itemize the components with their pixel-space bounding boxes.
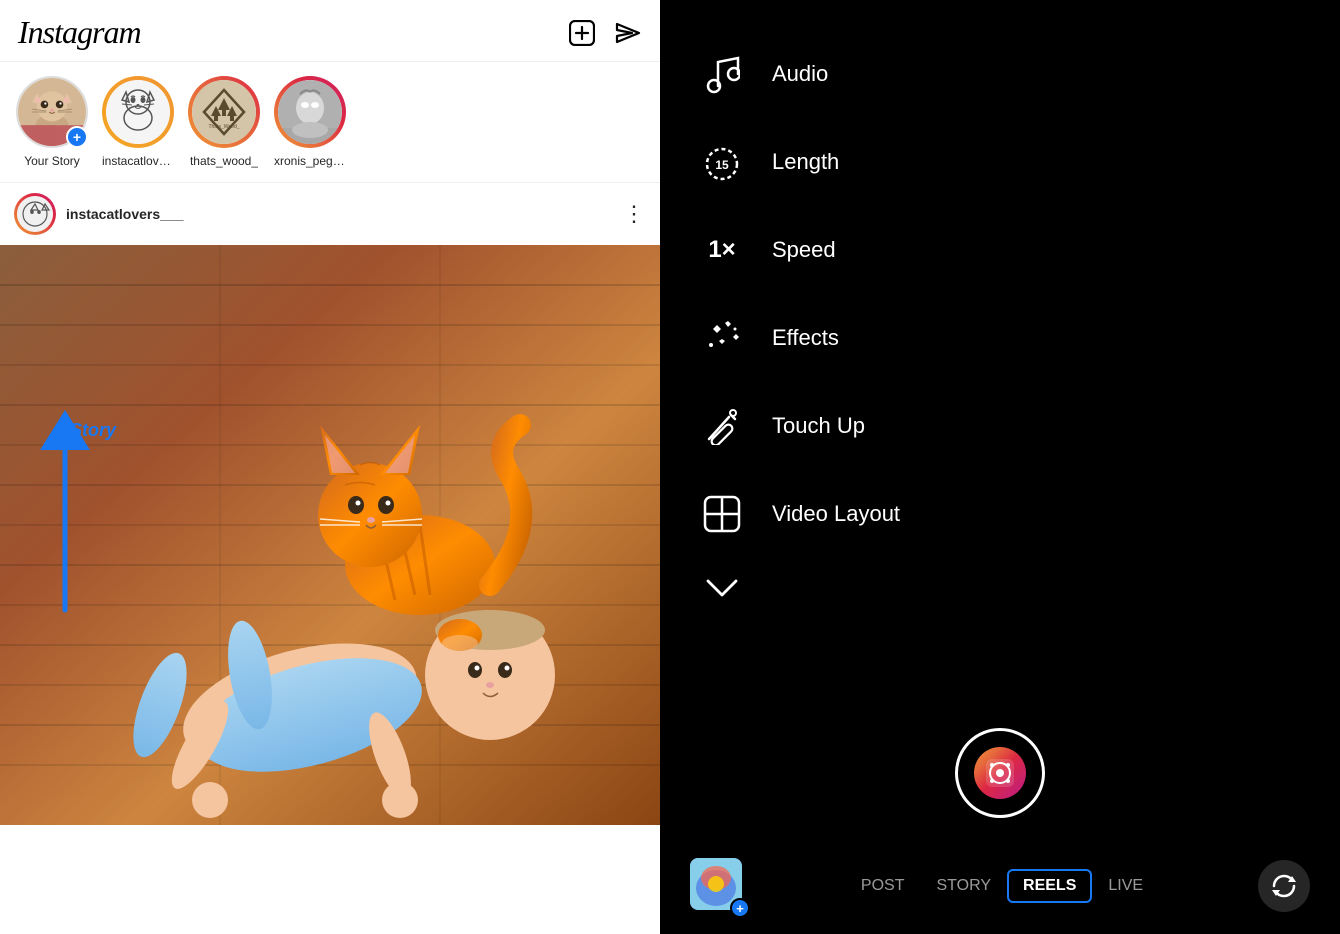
tab-live[interactable]: LIVE <box>1092 869 1159 903</box>
flip-camera-button[interactable] <box>1258 860 1310 912</box>
right-panel: Audio 15 Length 1× Speed <box>660 0 1340 934</box>
instacatlovers-avatar-wrapper <box>102 76 174 148</box>
bottom-nav: + POST STORY REELS LIVE <box>660 848 1340 934</box>
capture-button-inner <box>963 736 1037 810</box>
capture-area <box>660 708 1340 848</box>
effects-label: Effects <box>772 325 839 351</box>
add-story-plus[interactable]: + <box>66 126 88 148</box>
thats-wood-label: thats_wood_ <box>190 154 258 168</box>
touchup-icon <box>700 404 744 448</box>
your-story-avatar-wrapper: + <box>16 76 88 148</box>
music-note-icon <box>700 52 744 96</box>
tab-story[interactable]: STORY <box>920 869 1007 903</box>
post-username: instacatlovers___ <box>66 206 613 222</box>
post-avatar-ring <box>14 193 56 235</box>
effects-icon <box>700 316 744 360</box>
speed-option[interactable]: 1× Speed <box>700 206 1300 294</box>
post-more-button[interactable]: ⋮ <box>623 203 646 225</box>
story-item-instacatlovers[interactable]: instacatlovers... <box>102 76 174 168</box>
video-layout-option[interactable]: Video Layout <box>700 470 1300 558</box>
app-header: Instagram <box>0 0 660 62</box>
post-image: Story <box>0 245 660 825</box>
touchup-label: Touch Up <box>772 413 865 439</box>
left-panel: Instagram <box>0 0 660 934</box>
reels-capture-icon <box>974 747 1026 799</box>
length-label: Length <box>772 149 839 175</box>
thats-wood-avatar: Thats_Wood_ <box>192 80 256 144</box>
add-post-button[interactable] <box>568 19 596 47</box>
direct-message-button[interactable] <box>614 19 642 47</box>
gallery-thumbnail[interactable]: + <box>690 858 746 914</box>
your-story-label: Your Story <box>24 154 80 168</box>
reels-options-list: Audio 15 Length 1× Speed <box>660 0 1340 708</box>
story-item-thats-wood[interactable]: Thats_Wood_ thats_wood_ <box>188 76 260 168</box>
header-icons <box>568 19 642 47</box>
story-item-xronis-pegk[interactable]: xronis_pegk_... <box>274 76 346 168</box>
length-option[interactable]: 15 Length <box>700 118 1300 206</box>
nav-tabs: POST STORY REELS LIVE <box>845 869 1159 903</box>
tab-reels[interactable]: REELS <box>1007 869 1092 903</box>
chevron-down-button[interactable] <box>700 566 744 610</box>
layout-icon <box>700 492 744 536</box>
instacatlovers-label: instacatlovers... <box>102 154 174 168</box>
effects-option[interactable]: Effects <box>700 294 1300 382</box>
svg-text:Thats_Wood_: Thats_Wood_ <box>208 124 239 130</box>
speed-label: Speed <box>772 237 836 263</box>
svg-text:15: 15 <box>715 158 729 172</box>
story-item-your-story[interactable]: + Your Story <box>16 76 88 168</box>
xronis-pegk-label: xronis_pegk_... <box>274 154 346 168</box>
tab-post[interactable]: POST <box>845 869 921 903</box>
audio-label: Audio <box>772 61 828 87</box>
capture-button[interactable] <box>955 728 1045 818</box>
video-layout-label: Video Layout <box>772 501 900 527</box>
thats-wood-avatar-wrapper: Thats_Wood_ <box>188 76 260 148</box>
speed-value: 1× <box>708 236 735 264</box>
app-logo: Instagram <box>18 14 141 51</box>
post-avatar <box>17 196 53 232</box>
xronis-pegk-avatar-wrapper <box>274 76 346 148</box>
story-annotation-label: Story <box>70 420 116 441</box>
gallery-add-button[interactable]: + <box>730 898 750 918</box>
stories-row: + Your Story <box>0 62 660 183</box>
post-header: instacatlovers___ ⋮ <box>0 183 660 245</box>
audio-option[interactable]: Audio <box>700 30 1300 118</box>
speed-icon: 1× <box>700 228 744 272</box>
timer-icon: 15 <box>700 140 744 184</box>
instacatlovers-avatar <box>106 80 170 144</box>
touchup-option[interactable]: Touch Up <box>700 382 1300 470</box>
xronis-pegk-avatar <box>278 80 342 144</box>
blue-arrow-annotation <box>30 410 100 630</box>
